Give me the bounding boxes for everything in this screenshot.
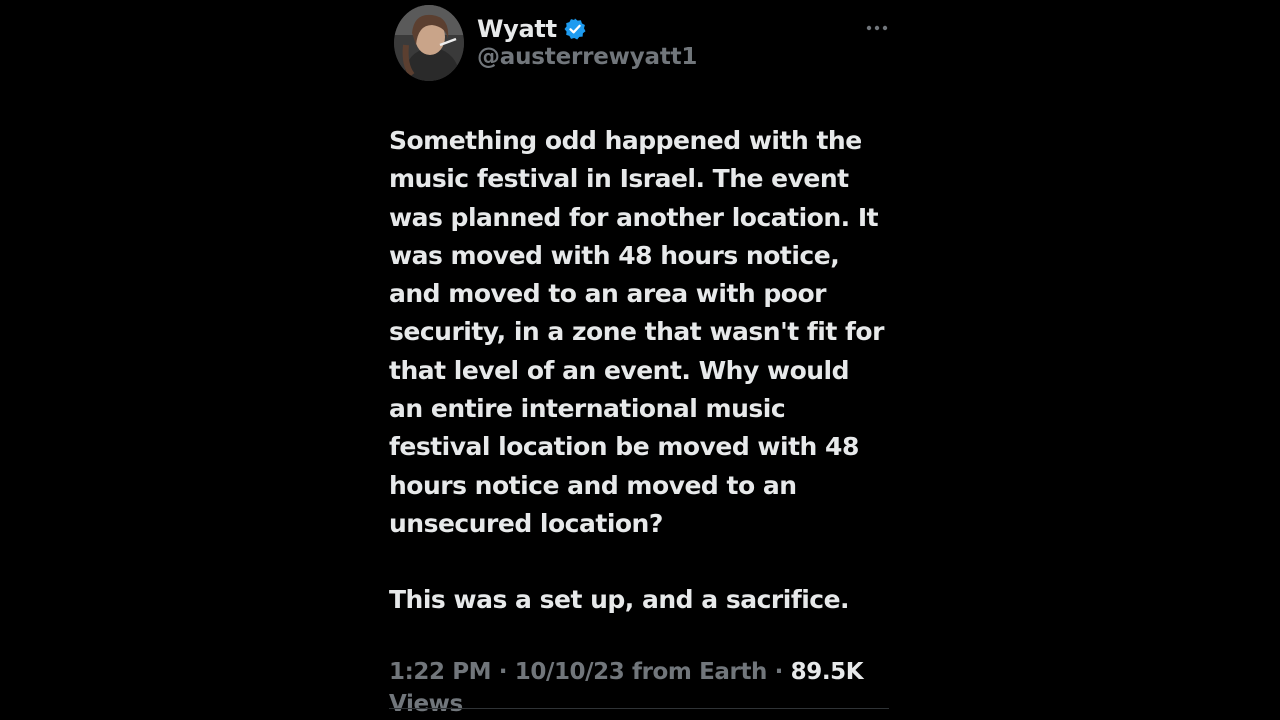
divider — [389, 708, 889, 709]
views-label: Views — [389, 691, 463, 717]
tweet-time[interactable]: 1:22 PM — [389, 659, 492, 685]
display-name[interactable]: Wyatt — [477, 15, 557, 43]
verified-badge-icon — [563, 17, 587, 41]
page: Wyatt @austerrewyatt1 Something odd happ… — [0, 0, 1280, 720]
user-avatar-photo-icon — [394, 5, 464, 81]
tweet-text-paragraph-2: This was a set up, and a sacrifice. — [389, 585, 850, 615]
user-avatar[interactable] — [394, 5, 464, 81]
tweet-text-paragraph-1: Something odd happened with the music fe… — [389, 126, 884, 538]
name-row: Wyatt — [477, 12, 587, 46]
tweet: Wyatt @austerrewyatt1 Something odd happ… — [389, 0, 889, 720]
tweet-date[interactable]: 10/10/23 — [515, 659, 625, 685]
user-handle[interactable]: @austerrewyatt1 — [477, 44, 697, 70]
tweet-text: Something odd happened with the music fe… — [389, 122, 889, 620]
tweet-metadata: 1:22 PM · 10/10/23 from Earth · 89.5K Vi… — [389, 656, 889, 720]
separator: · — [767, 659, 791, 685]
separator: · — [491, 659, 515, 685]
views-count[interactable]: 89.5K — [791, 659, 864, 685]
more-options-icon[interactable] — [865, 16, 889, 40]
tweet-source: from Earth — [631, 659, 768, 685]
